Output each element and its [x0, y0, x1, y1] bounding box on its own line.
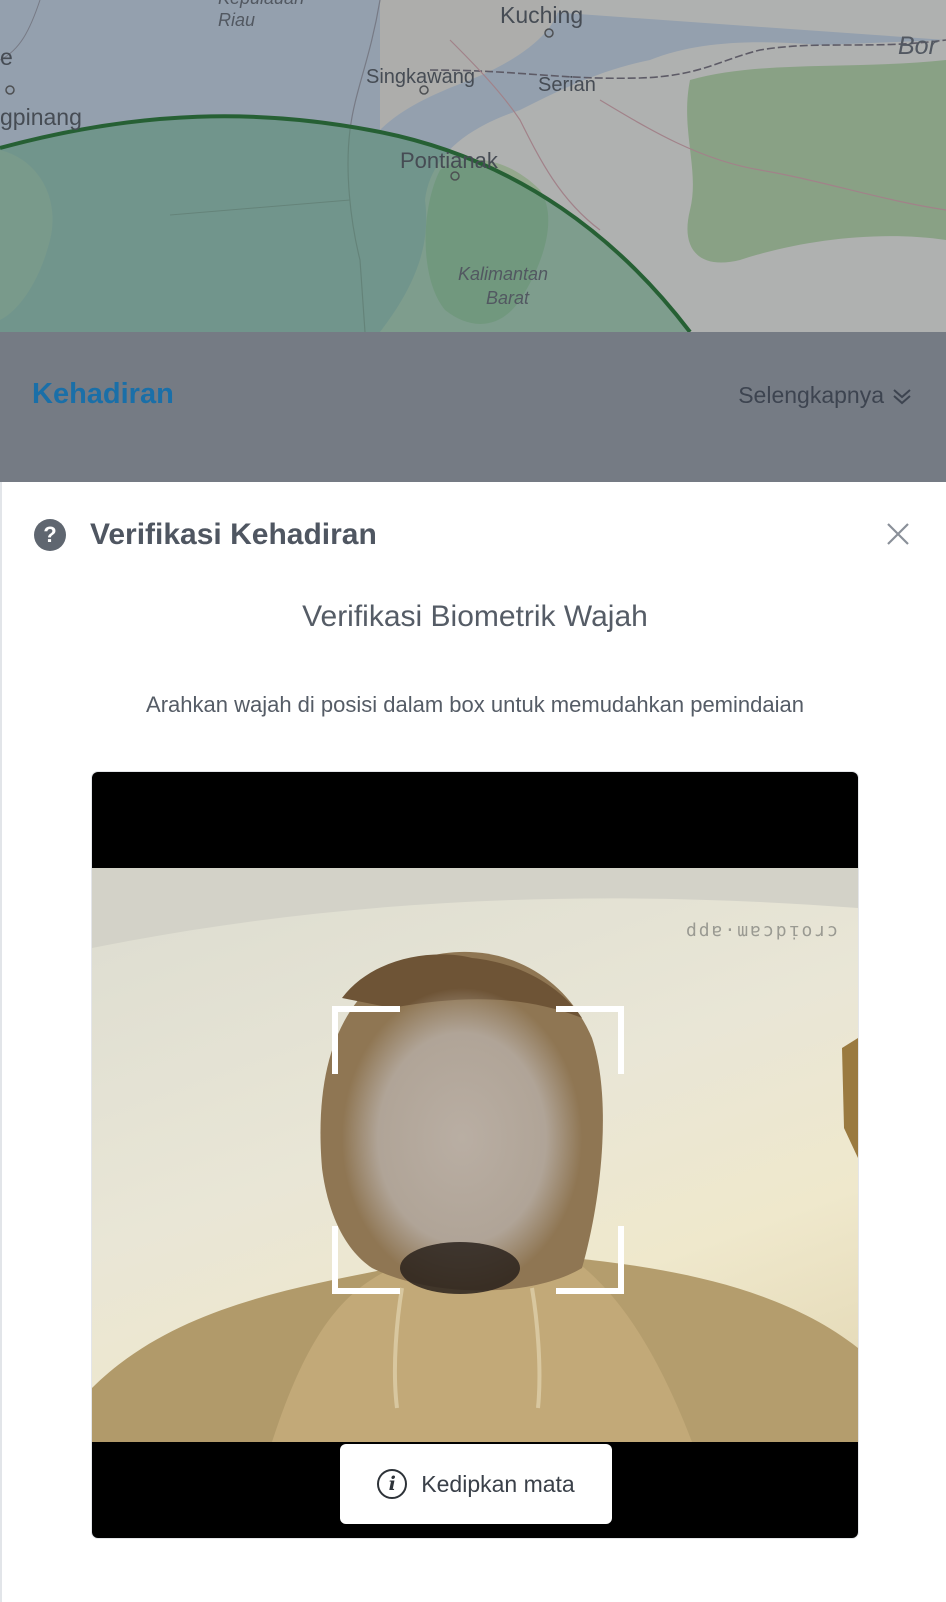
close-icon[interactable]	[884, 520, 912, 548]
camera-preview: ddɐ·ɯɐɔpᴉoɹɔ i Kedipkan mata	[92, 772, 858, 1538]
modal-subtitle: Verifikasi Biometrik Wajah	[302, 600, 648, 633]
scan-frame-corner-bl	[332, 1226, 400, 1294]
modal-instruction: Arahkan wajah di posisi dalam box untuk …	[146, 692, 804, 717]
scan-frame-corner-tl	[332, 1006, 400, 1074]
map-label-serian: Serian	[538, 74, 596, 96]
modal-header: ? Verifikasi Kehadiran	[34, 518, 377, 552]
scan-frame-corner-tr	[556, 1006, 624, 1074]
map-label-left-edge: e	[0, 44, 13, 70]
info-circle-icon: i	[377, 1469, 408, 1499]
map-label-kuching: Kuching	[500, 2, 584, 28]
camera-feed: ddɐ·ɯɐɔpᴉoɹɔ	[92, 868, 858, 1442]
map-label-pontianak: Pontianak	[400, 148, 498, 173]
attendance-map[interactable]: Kepulauan Riau Kuching Bor Singkawang Se…	[0, 0, 946, 332]
modal-title: Verifikasi Kehadiran	[90, 518, 377, 551]
liveness-prompt: i Kedipkan mata	[340, 1444, 612, 1524]
section-title: Kehadiran	[32, 378, 174, 410]
camera-watermark: ddɐ·ɯɐɔpᴉoɹɔ	[685, 920, 840, 941]
verification-modal: ? Verifikasi Kehadiran Verifikasi Biomet…	[0, 482, 946, 1602]
more-link-label: Selengkapnya	[738, 382, 884, 408]
liveness-prompt-label: Kedipkan mata	[421, 1470, 575, 1497]
double-chevron-down-icon	[893, 388, 911, 404]
map-label-singkawang: Singkawang	[366, 66, 475, 88]
map-label-riau: Riau	[218, 10, 256, 30]
map-label-kalbar-1: Kalimantan	[458, 264, 549, 284]
map-label-riau-top: Kepulauan	[218, 0, 304, 9]
map-label-borneo: Bor	[898, 32, 937, 60]
camera-feed-scene	[92, 868, 858, 1442]
scan-frame-corner-br	[556, 1226, 624, 1294]
map-label-kalbar-2: Barat	[486, 288, 530, 308]
map-label-pangkalpinang: gpinang	[0, 104, 82, 130]
more-link[interactable]: Selengkapnya	[738, 382, 914, 409]
question-circle-icon[interactable]: ?	[34, 519, 66, 551]
